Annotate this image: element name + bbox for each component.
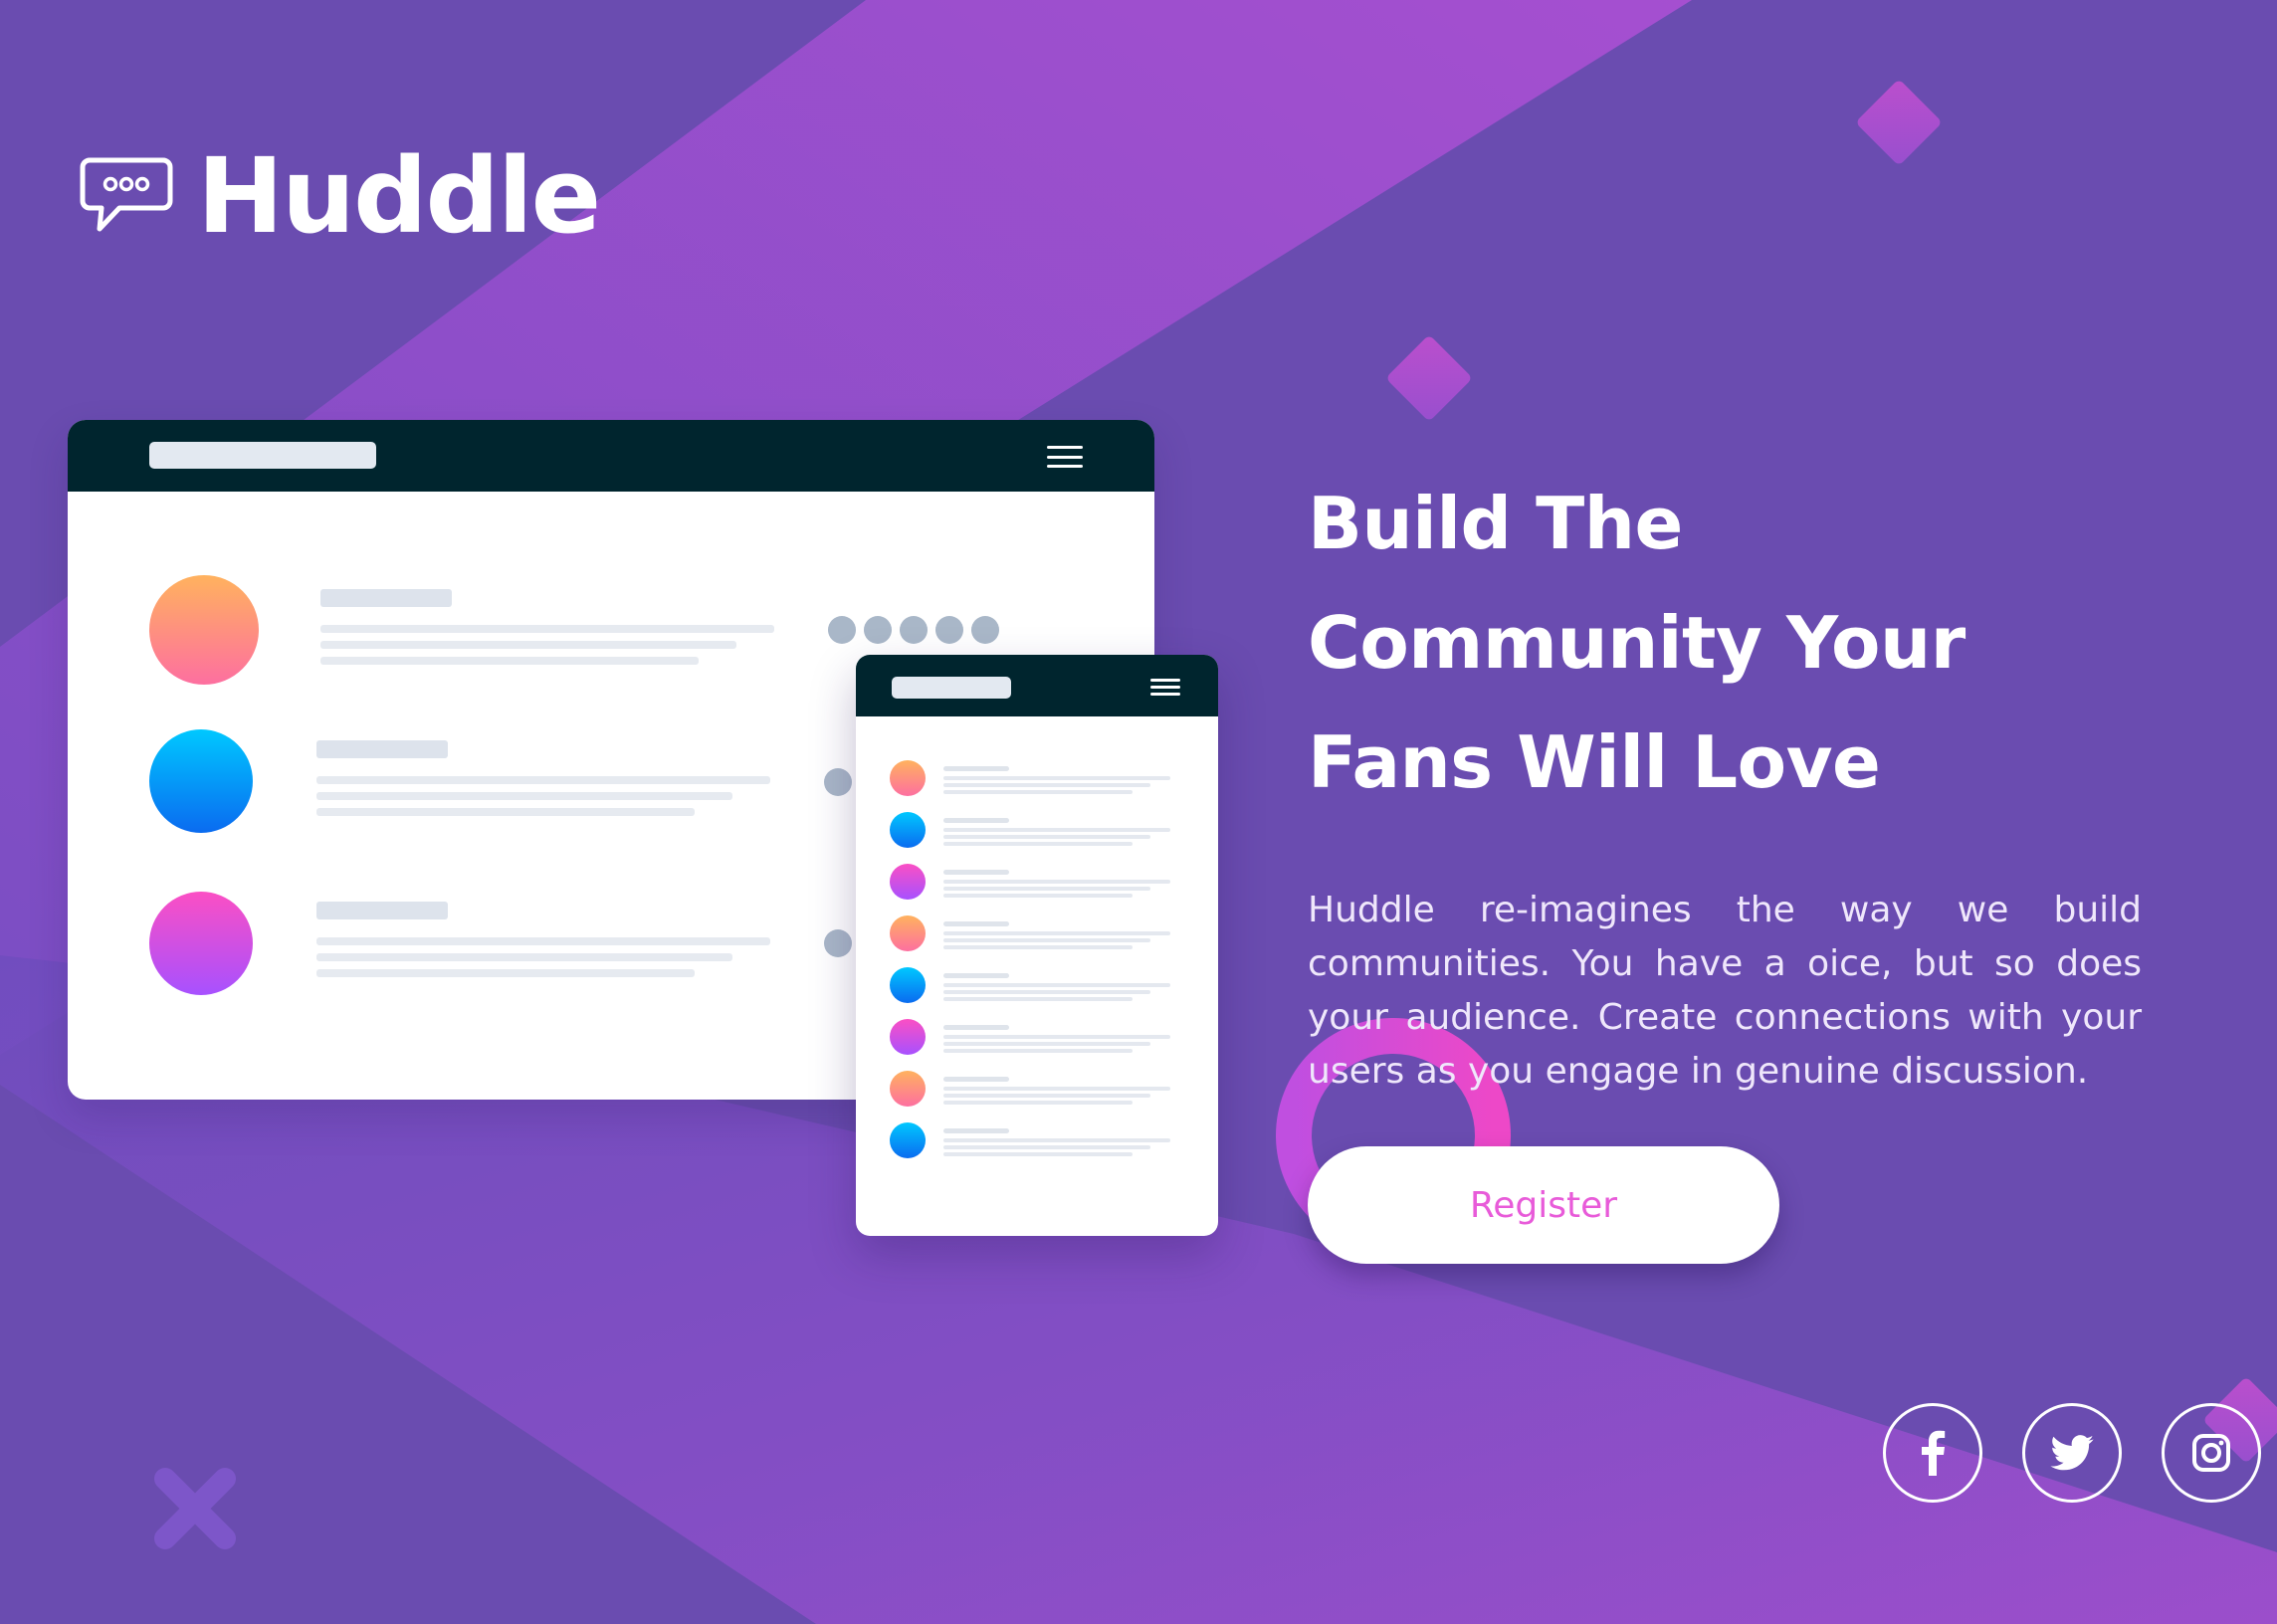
- mockup-text-line: [943, 931, 1170, 935]
- mockup-avatar: [890, 915, 926, 951]
- mockup-title-line: [943, 973, 1009, 978]
- instagram-icon: [2191, 1433, 2231, 1473]
- mockup-title-line: [316, 902, 448, 919]
- hamburger-menu-icon: [1047, 446, 1083, 468]
- mockup-text-line: [320, 657, 699, 665]
- mockup-text-line: [316, 937, 770, 945]
- mockup-text-line: [943, 938, 1150, 942]
- mockup-title-line: [943, 921, 1009, 926]
- mockup-avatar: [890, 1071, 926, 1107]
- mockup-text-line: [316, 969, 695, 977]
- mockup-dot: [971, 616, 999, 644]
- mockup-title-line: [943, 1077, 1009, 1082]
- mockup-text-line: [943, 790, 1133, 794]
- mockup-avatar: [149, 892, 253, 995]
- mockup-text-line: [943, 894, 1133, 898]
- mockup-text-line: [316, 776, 770, 784]
- mockup-dot: [900, 616, 928, 644]
- mockup-text-line: [320, 641, 736, 649]
- mockup-text-line: [943, 1101, 1133, 1105]
- twitter-icon: [2050, 1435, 2094, 1471]
- mockup-dot: [824, 768, 852, 796]
- mockup-text-line: [943, 1145, 1150, 1149]
- mockup-text-line: [943, 776, 1170, 780]
- mockup-text-line: [320, 625, 774, 633]
- mockup-title-line: [943, 766, 1009, 771]
- mockup-avatar: [890, 1019, 926, 1055]
- instagram-link[interactable]: [2162, 1403, 2261, 1503]
- mockup-text-line: [943, 828, 1170, 832]
- mockup-dot: [864, 616, 892, 644]
- hero-section: Build The Community Your Fans Will Love …: [1308, 464, 2144, 1099]
- mockup-title-line: [943, 870, 1009, 875]
- mockup-text-line: [943, 835, 1150, 839]
- mockup-text-line: [943, 997, 1133, 1001]
- mockup-text-line: [943, 1049, 1133, 1053]
- mockup-header-pill: [892, 677, 1011, 699]
- social-links: [1883, 1403, 2261, 1503]
- mockup-text-line: [943, 783, 1150, 787]
- mockup-text-line: [316, 792, 732, 800]
- mockup-avatar: [890, 1122, 926, 1158]
- mockup-dot: [824, 929, 852, 957]
- mockup-avatar: [890, 760, 926, 796]
- mockup-text-line: [943, 1094, 1150, 1098]
- mockup-text-line: [943, 1035, 1170, 1039]
- mockup-avatar: [890, 812, 926, 848]
- mockup-text-line: [943, 1042, 1150, 1046]
- mockup-avatar: [890, 864, 926, 900]
- mockup-header-bar: [856, 655, 1218, 716]
- mockup-title-line: [316, 740, 448, 758]
- mockup-text-line: [316, 953, 732, 961]
- mockup-text-line: [943, 983, 1170, 987]
- mockup-avatar: [149, 729, 253, 833]
- mockup-text-line: [943, 1087, 1170, 1091]
- hero-title: Build The Community Your Fans Will Love: [1308, 482, 1966, 804]
- mockup-header-bar: [68, 420, 1154, 492]
- facebook-icon: [1920, 1430, 1946, 1476]
- hero-description: Huddle re-imagines the way we build comm…: [1308, 890, 2142, 1092]
- register-button[interactable]: Register: [1308, 1146, 1779, 1264]
- mockup-text-line: [943, 1138, 1170, 1142]
- mobile-mockup-illustration: [856, 655, 1218, 1236]
- mockup-title-line: [943, 818, 1009, 823]
- facebook-link[interactable]: [1883, 1403, 1982, 1503]
- mockup-text-line: [943, 842, 1133, 846]
- mockup-text-line: [316, 808, 695, 816]
- brand-logo[interactable]: Huddle: [80, 135, 601, 257]
- hamburger-menu-icon: [1150, 679, 1180, 696]
- mockup-text-line: [943, 990, 1150, 994]
- mockup-header-pill: [149, 442, 376, 469]
- mockup-text-line: [943, 880, 1170, 884]
- mockup-dot: [935, 616, 963, 644]
- mockup-text-line: [943, 1152, 1133, 1156]
- brand-name: Huddle: [197, 135, 601, 257]
- mockup-dot: [828, 616, 856, 644]
- mockup-text-line: [943, 887, 1150, 891]
- mockup-avatar: [890, 967, 926, 1003]
- twitter-link[interactable]: [2022, 1403, 2122, 1503]
- chat-bubble-icon: [80, 157, 173, 235]
- mockup-avatar: [149, 575, 259, 685]
- mockup-text-line: [943, 945, 1133, 949]
- mockup-title-line: [943, 1128, 1009, 1133]
- mockup-title-line: [943, 1025, 1009, 1030]
- mockup-title-line: [320, 589, 452, 607]
